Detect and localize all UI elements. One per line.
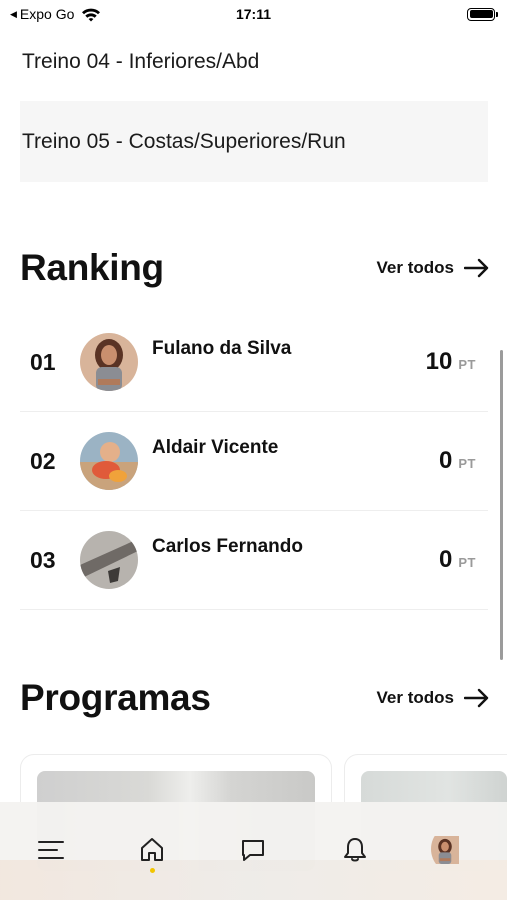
ranking-row[interactable]: 01 Fulano da Silva 10 PT bbox=[20, 313, 488, 412]
rank-score: 0 PT bbox=[439, 546, 488, 574]
score-unit: PT bbox=[458, 357, 476, 372]
status-bar: ◀ Expo Go 17:11 bbox=[0, 0, 507, 28]
avatar bbox=[80, 531, 138, 589]
rank-score: 0 PT bbox=[439, 447, 488, 475]
rank-name: Fulano da Silva bbox=[152, 338, 292, 359]
back-triangle-icon: ◀ bbox=[10, 8, 17, 19]
tab-home[interactable] bbox=[122, 824, 182, 876]
workout-item[interactable]: Treino 04 - Inferiores/Abd bbox=[20, 40, 488, 84]
ranking-see-all-button[interactable]: Ver todos bbox=[377, 258, 490, 278]
ranking-header: Ranking Ver todos bbox=[20, 244, 490, 292]
rank-name: Aldair Vicente bbox=[152, 437, 279, 458]
wifi-icon bbox=[82, 8, 101, 21]
scrollbar[interactable] bbox=[500, 350, 503, 660]
profile-avatar bbox=[431, 824, 481, 874]
home-icon bbox=[141, 838, 164, 861]
menu-icon bbox=[37, 841, 64, 859]
arrow-right-icon bbox=[464, 688, 489, 708]
active-tab-indicator bbox=[149, 868, 155, 873]
back-app-label: Expo Go bbox=[19, 6, 75, 22]
see-all-label: Ver todos bbox=[376, 688, 454, 707]
tab-menu[interactable] bbox=[21, 824, 81, 876]
rank-name: Carlos Fernando bbox=[152, 536, 303, 557]
rank-position: 02 bbox=[30, 447, 56, 474]
chat-icon bbox=[242, 840, 265, 861]
tab-profile[interactable] bbox=[426, 824, 486, 876]
tab-chat[interactable] bbox=[223, 824, 283, 876]
see-all-label: Ver todos bbox=[376, 258, 454, 277]
ranking-title: Ranking bbox=[20, 247, 164, 288]
ranking-row[interactable]: 03 Carlos Fernando 0 PT bbox=[20, 511, 488, 610]
avatar bbox=[80, 432, 138, 490]
avatar bbox=[80, 333, 138, 391]
rank-position: 03 bbox=[30, 546, 56, 573]
back-to-app[interactable]: ◀ Expo Go bbox=[10, 6, 101, 22]
arrow-right-icon bbox=[464, 258, 489, 278]
tab-notifications[interactable] bbox=[325, 824, 385, 876]
programs-header: Programas Ver todos bbox=[20, 674, 490, 722]
battery-icon bbox=[467, 7, 498, 21]
workout-item[interactable]: Treino 05 - Costas/Superiores/Run bbox=[20, 101, 488, 182]
rank-score: 10 PT bbox=[426, 348, 488, 376]
ranking-row[interactable]: 02 Aldair Vicente 0 PT bbox=[20, 412, 488, 511]
score-value: 0 bbox=[439, 447, 453, 474]
bell-icon bbox=[343, 838, 366, 862]
score-value: 0 bbox=[439, 546, 453, 573]
programs-title: Programas bbox=[20, 677, 211, 718]
programs-see-all-button[interactable]: Ver todos bbox=[377, 688, 490, 708]
score-unit: PT bbox=[458, 456, 476, 471]
score-unit: PT bbox=[458, 555, 476, 570]
score-value: 10 bbox=[425, 348, 453, 375]
rank-position: 01 bbox=[30, 348, 56, 375]
tab-bar bbox=[0, 802, 507, 900]
